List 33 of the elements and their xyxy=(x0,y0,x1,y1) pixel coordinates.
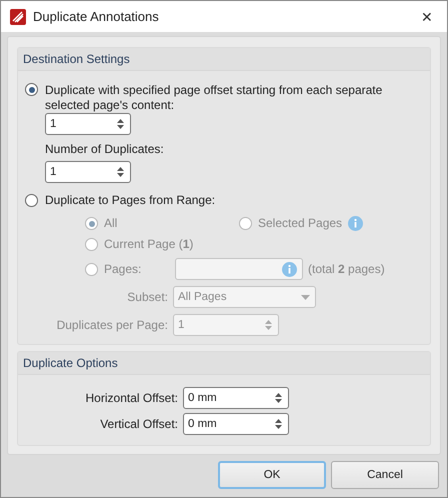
radio-label: All xyxy=(104,216,118,231)
radio-button[interactable] xyxy=(25,194,38,207)
group-title: Destination Settings xyxy=(18,48,430,71)
dropdown-arrow-icon[interactable] xyxy=(301,294,310,300)
offset-spinbox[interactable]: 0 mm xyxy=(183,387,289,409)
radio-label: Pages: xyxy=(104,262,142,276)
group-title: Duplicate Options xyxy=(18,352,430,375)
page-offset-spinbox[interactable]: 1 xyxy=(45,113,131,135)
app-logo-icon xyxy=(10,8,26,24)
radio-button[interactable] xyxy=(25,83,38,96)
field-label: Duplicates per Page: xyxy=(56,318,169,332)
field-label: Subset: xyxy=(126,290,169,304)
spin-arrows-icon[interactable] xyxy=(274,418,283,430)
close-button[interactable]: ✕ xyxy=(417,8,437,24)
pages-field[interactable] xyxy=(175,258,303,280)
duplicates-spinbox[interactable]: 1 xyxy=(45,161,131,183)
radio-label: Duplicate to Pages from Range: xyxy=(45,193,216,208)
field-label: Vertical Offset: xyxy=(99,417,179,431)
radio-label: Selected Pages xyxy=(258,216,342,231)
field-label: Horizontal Offset: xyxy=(84,391,179,405)
page-total-text: (total 2 pages) xyxy=(308,262,385,276)
dialog-button[interactable]: OK xyxy=(218,461,326,489)
dialog-button[interactable]: Cancel xyxy=(331,461,439,489)
window-title: Duplicate Annotations xyxy=(33,9,160,24)
spin-arrows-icon[interactable] xyxy=(116,166,125,178)
spin-arrows-icon[interactable] xyxy=(116,118,125,130)
radio-label: Duplicate with specified page offset starting from each separate selected page's content: xyxy=(45,83,384,113)
field-label: Number of Duplicates: xyxy=(45,142,165,157)
info-icon xyxy=(282,262,297,276)
spin-arrows-icon[interactable] xyxy=(274,392,283,404)
offset-spinbox[interactable]: 0 mm xyxy=(183,413,289,435)
radio-label: Current Page (1) xyxy=(104,237,194,252)
info-icon xyxy=(348,216,364,231)
